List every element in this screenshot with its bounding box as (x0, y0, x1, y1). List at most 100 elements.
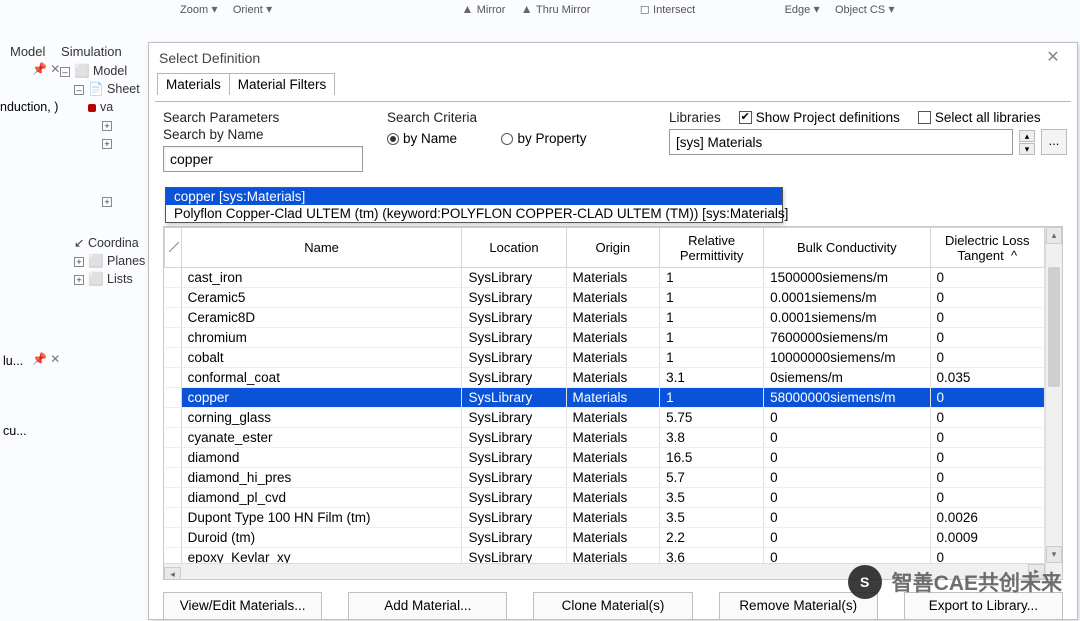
main-tabs: Model Simulation (10, 44, 134, 59)
cell-name: Duroid (tm) (181, 528, 462, 548)
close-icon[interactable]: ✕ (1039, 43, 1067, 73)
ribbon-intersect[interactable]: Intersect (653, 4, 695, 16)
hscroll-left-icon[interactable]: ◂ (164, 567, 181, 580)
ribbon-edge[interactable]: Edge (785, 4, 811, 16)
libraries-more-button[interactable]: ... (1041, 129, 1067, 155)
scroll-thumb[interactable] (1048, 267, 1060, 387)
add-material-button[interactable]: Add Material... (348, 592, 507, 620)
lib-down-icon[interactable]: ▾ (1019, 143, 1035, 155)
table-row[interactable]: Duroid (tm)SysLibraryMaterials2.200.0009 (165, 528, 1045, 548)
tab-model[interactable]: Model (10, 44, 45, 59)
table-row[interactable]: cast_ironSysLibraryMaterials11500000siem… (165, 268, 1045, 288)
table-row[interactable]: chromiumSysLibraryMaterials17600000sieme… (165, 328, 1045, 348)
libraries-label: Libraries (669, 110, 721, 125)
cell-location: SysLibrary (462, 288, 566, 308)
ribbon-mirror[interactable]: Mirror (477, 4, 506, 16)
lib-up-icon[interactable]: ▴ (1019, 130, 1035, 142)
table-row[interactable]: corning_glassSysLibraryMaterials5.7500 (165, 408, 1045, 428)
table-row[interactable]: cyanate_esterSysLibraryMaterials3.800 (165, 428, 1045, 448)
tree-coord[interactable]: Coordina (88, 236, 139, 250)
search-criteria-label: Search Criteria (387, 110, 667, 125)
ribbon-zoom[interactable]: Zoom (180, 4, 208, 16)
cell-origin: Materials (566, 268, 660, 288)
col-rel-perm[interactable]: Relative Permittivity (660, 228, 764, 268)
tree-sheets[interactable]: Sheet (107, 82, 140, 96)
libraries-select[interactable]: [sys] Materials (669, 129, 1013, 155)
clone-material-button[interactable]: Clone Material(s) (533, 592, 692, 620)
cell-bulk-cond: 0 (764, 408, 930, 428)
cell-rel-perm: 5.75 (660, 408, 764, 428)
materials-grid[interactable]: Name Location Origin Relative Permittivi… (163, 226, 1063, 580)
tab-material-filters[interactable]: Material Filters (229, 73, 336, 95)
cell-bulk-cond: 10000000siemens/m (764, 348, 930, 368)
col-name[interactable]: Name (181, 228, 462, 268)
show-project-definitions-checkbox[interactable]: ✔Show Project definitions (739, 110, 900, 125)
cell-origin: Materials (566, 468, 660, 488)
cell-location: SysLibrary (462, 488, 566, 508)
tab-materials[interactable]: Materials (157, 73, 230, 95)
model-tree[interactable]: –⬜ Model –📄 Sheet va + + + ↙ Coordina +⬜… (60, 62, 155, 322)
row-marker (165, 308, 182, 328)
cell-origin: Materials (566, 408, 660, 428)
radio-by-name[interactable]: by Name (387, 131, 457, 146)
left-tab-2[interactable]: cu... (3, 424, 27, 438)
cell-bulk-cond: 0 (764, 428, 930, 448)
ribbon-object-cs[interactable]: Object CS (835, 4, 885, 16)
cell-location: SysLibrary (462, 448, 566, 468)
left-tab-1[interactable]: lu... (3, 354, 23, 368)
table-row[interactable]: diamond_pl_cvdSysLibraryMaterials3.500 (165, 488, 1045, 508)
cell-rel-perm: 1 (660, 328, 764, 348)
view-edit-materials-button[interactable]: View/Edit Materials... (163, 592, 322, 620)
col-marker[interactable] (165, 228, 182, 268)
cell-location: SysLibrary (462, 268, 566, 288)
scroll-up-icon[interactable]: ▴ (1046, 227, 1062, 244)
ribbon-thru-mirror[interactable]: Thru Mirror (536, 4, 590, 16)
col-location[interactable]: Location (462, 228, 566, 268)
autocomplete-item-selected[interactable]: copper [sys:Materials] (166, 188, 782, 205)
table-row[interactable]: diamond_hi_presSysLibraryMaterials5.700 (165, 468, 1045, 488)
cell-location: SysLibrary (462, 368, 566, 388)
row-marker (165, 368, 182, 388)
cell-location: SysLibrary (462, 528, 566, 548)
col-bulk-cond[interactable]: Bulk Conductivity (764, 228, 930, 268)
cell-name: chromium (181, 328, 462, 348)
table-row[interactable]: Dupont Type 100 HN Film (tm)SysLibraryMa… (165, 508, 1045, 528)
search-input[interactable] (163, 146, 363, 172)
cell-location: SysLibrary (462, 308, 566, 328)
tree-root[interactable]: Model (93, 64, 127, 78)
cell-origin: Materials (566, 428, 660, 448)
table-row[interactable]: cobaltSysLibraryMaterials110000000siemen… (165, 348, 1045, 368)
cell-rel-perm: 2.2 (660, 528, 764, 548)
cell-bulk-cond: 0.0001siemens/m (764, 308, 930, 328)
search-by-name-label: Search by Name (163, 127, 388, 142)
cell-location: SysLibrary (462, 408, 566, 428)
cell-loss-tan: 0 (930, 448, 1044, 468)
cell-name: diamond (181, 448, 462, 468)
col-loss-tan[interactable]: Dielectric Loss Tangent ^ (930, 228, 1044, 268)
table-row[interactable]: diamondSysLibraryMaterials16.500 (165, 448, 1045, 468)
autocomplete-dropdown[interactable]: copper [sys:Materials] Polyflon Copper-C… (165, 187, 783, 223)
col-origin[interactable]: Origin (566, 228, 660, 268)
cell-loss-tan: 0 (930, 268, 1044, 288)
table-row[interactable]: Ceramic8DSysLibraryMaterials10.0001sieme… (165, 308, 1045, 328)
table-row[interactable]: Ceramic5SysLibraryMaterials10.0001siemen… (165, 288, 1045, 308)
scroll-down-icon[interactable]: ▾ (1046, 546, 1062, 563)
ribbon-orient[interactable]: Orient (233, 4, 263, 16)
cell-rel-perm: 1 (660, 388, 764, 408)
cell-name: corning_glass (181, 408, 462, 428)
tree-vac[interactable]: va (100, 100, 113, 114)
panel-pin-icon[interactable]: 📌 ✕ (32, 62, 60, 76)
tree-lists[interactable]: Lists (107, 272, 133, 286)
table-row[interactable]: conformal_coatSysLibraryMaterials3.10sie… (165, 368, 1045, 388)
cell-name: cyanate_ester (181, 428, 462, 448)
tab-simulation[interactable]: Simulation (61, 44, 122, 59)
tree-planes[interactable]: Planes (107, 254, 145, 268)
cell-location: SysLibrary (462, 388, 566, 408)
panel-pin-icon-2[interactable]: 📌 ✕ (32, 352, 60, 366)
autocomplete-item[interactable]: Polyflon Copper-Clad ULTEM (tm) (keyword… (166, 205, 782, 222)
cell-loss-tan: 0 (930, 428, 1044, 448)
table-row[interactable]: copperSysLibraryMaterials158000000siemen… (165, 388, 1045, 408)
radio-by-property[interactable]: by Property (501, 131, 586, 146)
cell-location: SysLibrary (462, 508, 566, 528)
select-all-libraries-checkbox[interactable]: Select all libraries (918, 110, 1041, 125)
